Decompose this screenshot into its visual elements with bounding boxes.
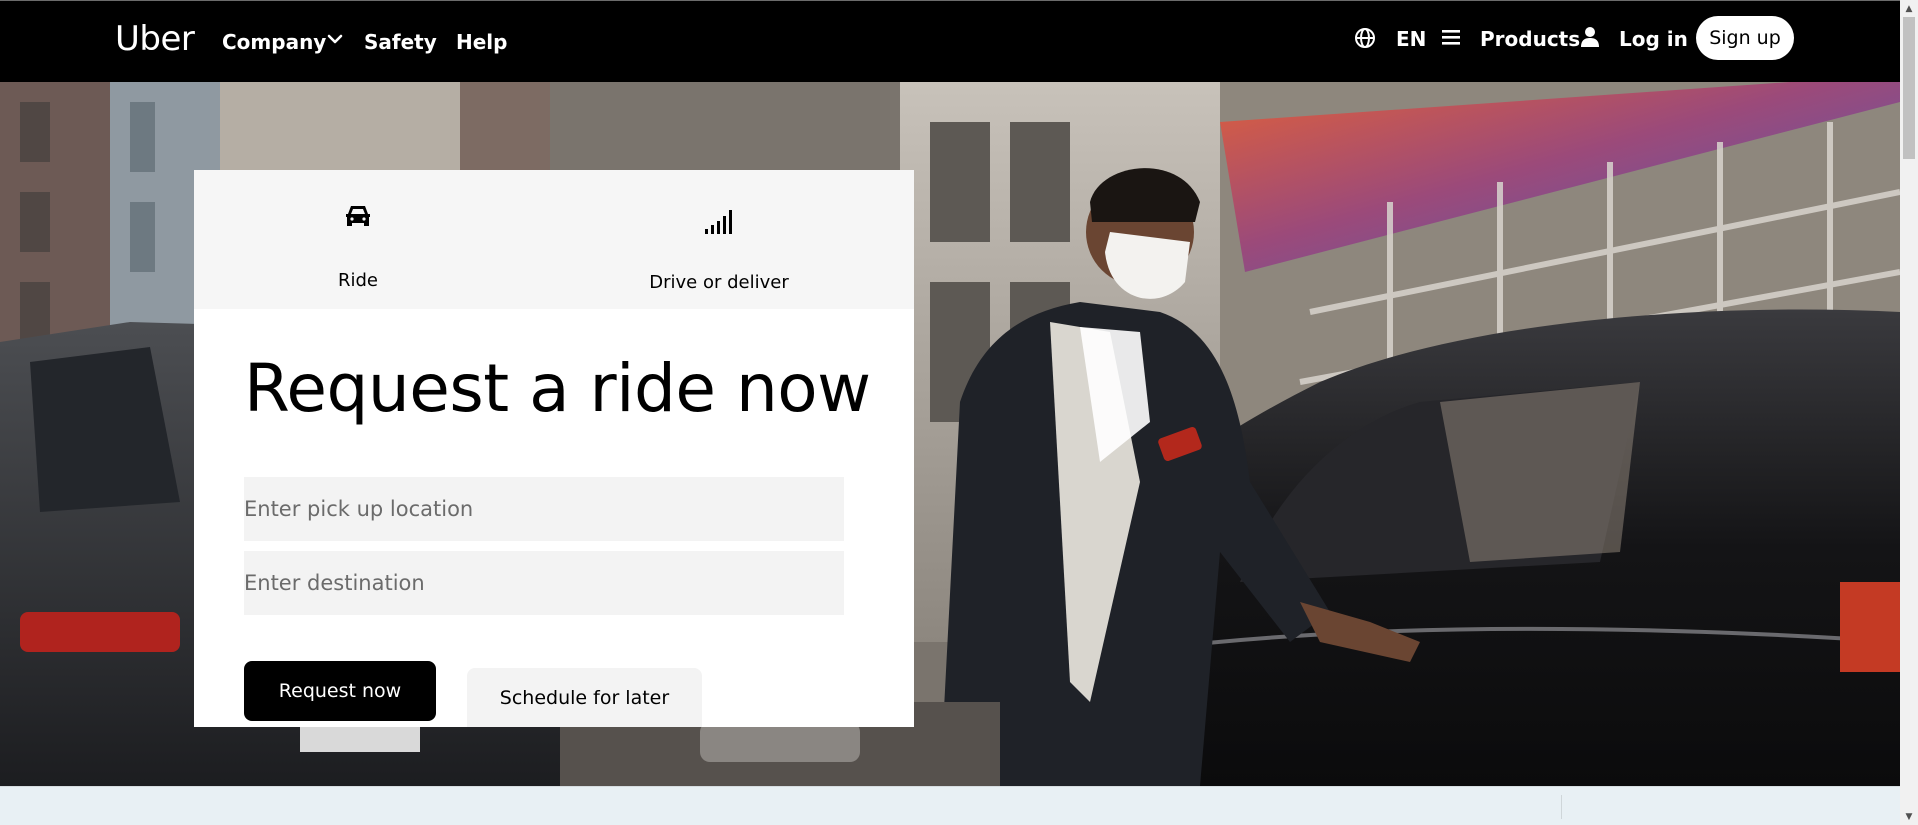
uber-logo[interactable]: Uber (115, 19, 195, 59)
nav-login[interactable]: Log in (1619, 27, 1688, 51)
chevron-down-icon[interactable] (327, 34, 343, 46)
next-section-strip (0, 786, 1900, 825)
signup-button[interactable]: Sign up (1696, 16, 1794, 60)
signal-bars-icon (705, 210, 732, 234)
person-icon[interactable] (1580, 26, 1600, 48)
nav-company[interactable]: Company (222, 30, 326, 54)
pickup-location-input[interactable] (244, 477, 844, 541)
nav-help[interactable]: Help (456, 30, 507, 54)
divider (1561, 795, 1562, 819)
scrollbar-thumb[interactable] (1903, 17, 1915, 159)
destination-input[interactable] (244, 551, 844, 615)
scroll-down-arrow-icon[interactable]: ▼ (1900, 808, 1918, 825)
nav-products[interactable]: Products (1480, 27, 1580, 51)
menu-icon[interactable] (1442, 29, 1460, 45)
top-navigation: Uber Company Safety Help EN Products Log… (0, 0, 1900, 82)
globe-icon[interactable] (1354, 27, 1376, 49)
service-tabs: Ride Drive or deliver (194, 170, 914, 309)
tab-ride[interactable]: Ride (288, 170, 428, 309)
nav-safety[interactable]: Safety (364, 30, 437, 54)
language-selector[interactable]: EN (1396, 27, 1426, 51)
schedule-for-later-button[interactable]: Schedule for later (467, 668, 702, 727)
tab-ride-label: Ride (337, 270, 378, 291)
car-icon (346, 206, 370, 226)
page-title: Request a ride now (244, 350, 871, 427)
tab-drive-or-deliver[interactable]: Drive or deliver (624, 170, 814, 309)
scroll-up-arrow-icon[interactable]: ▲ (1900, 0, 1918, 17)
tab-drive-label: Drive or deliver (649, 272, 789, 293)
ride-request-card: Ride Drive or deliver Request a ride now… (194, 170, 914, 727)
vertical-scrollbar[interactable]: ▲ ▼ (1900, 0, 1918, 825)
request-now-button[interactable]: Request now (244, 661, 436, 721)
